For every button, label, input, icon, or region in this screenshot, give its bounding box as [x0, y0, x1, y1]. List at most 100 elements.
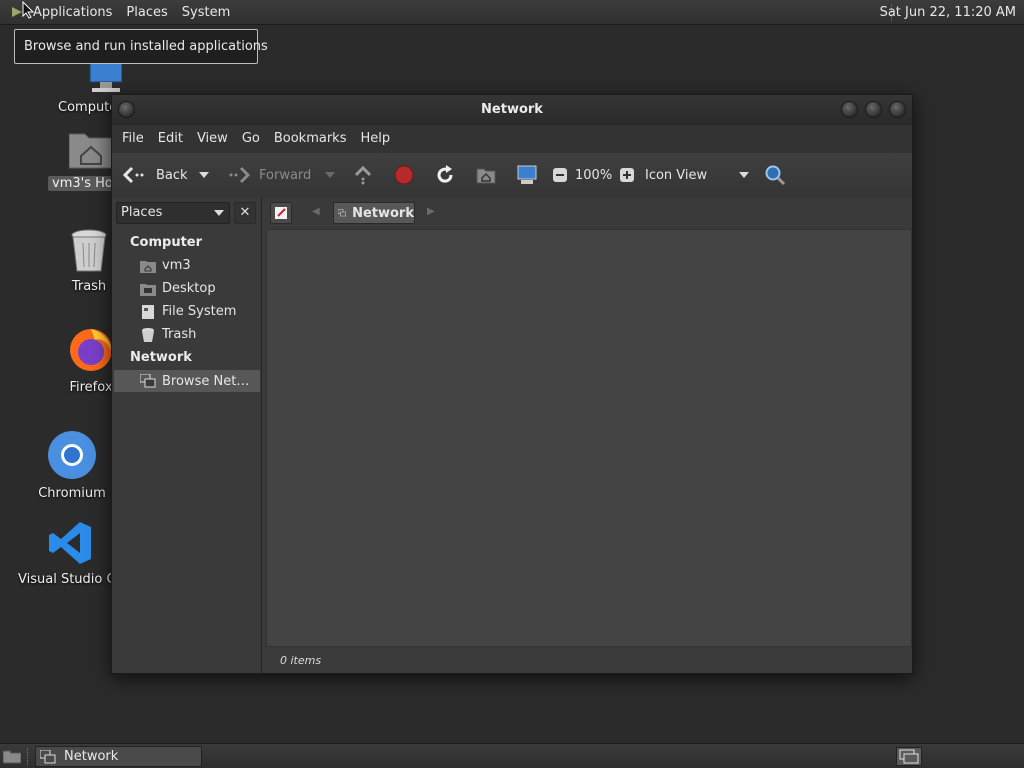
menu-edit[interactable]: Edit: [151, 125, 190, 153]
mouse-cursor-icon: [22, 1, 34, 19]
zoom-level-label: 100%: [575, 167, 613, 183]
path-scroll-right-icon[interactable]: ▶: [427, 206, 435, 217]
search-icon: [765, 165, 786, 186]
file-view-area[interactable]: [266, 229, 912, 647]
desktop-icon-label: Trash: [71, 279, 107, 294]
menu-help[interactable]: Help: [353, 125, 397, 153]
zoom-out-button[interactable]: [552, 153, 568, 197]
path-bar: ◀ Network ▶: [264, 197, 912, 229]
reload-icon: [437, 165, 453, 183]
desktop-icon-home[interactable]: vm3's Home: [46, 128, 116, 191]
firefox-icon: [70, 329, 112, 371]
network-icon: [140, 374, 156, 388]
maximize-button[interactable]: [865, 101, 882, 118]
chevron-down-icon: [214, 210, 224, 216]
file-manager-window: Network File Edit View Go Bookmarks Help…: [111, 94, 913, 674]
window-menubar: File Edit View Go Bookmarks Help: [112, 125, 912, 153]
desktop-icon-vscode[interactable]: Visual Studio Code: [18, 520, 112, 587]
side-pane-section-computer: Computer: [130, 235, 203, 250]
menu-file[interactable]: File: [115, 125, 151, 153]
chevron-down-icon: [199, 172, 209, 178]
chromium-icon: [48, 431, 96, 479]
panel-separator: [27, 748, 28, 765]
menu-go[interactable]: Go: [235, 125, 267, 153]
taskbar-window-label: Network: [64, 749, 119, 764]
chevron-down-icon: [739, 172, 749, 178]
system-menu[interactable]: System: [175, 0, 237, 25]
workspace-window-icon: [899, 749, 919, 764]
places-menu[interactable]: Places: [119, 0, 174, 25]
menu-bookmarks[interactable]: Bookmarks: [267, 125, 354, 153]
sidebar-item-trash[interactable]: Trash: [140, 327, 196, 342]
sidebar-item-file-system[interactable]: File System: [140, 304, 236, 319]
forward-history-dropdown[interactable]: [325, 153, 335, 197]
applications-menu[interactable]: Applications: [26, 0, 119, 25]
zoom-out-icon: [553, 168, 567, 182]
sidebar-item-vm3[interactable]: vm3: [140, 258, 191, 273]
trash-icon: [71, 229, 107, 272]
path-segment-network[interactable]: Network: [333, 202, 415, 224]
window-menu-icon[interactable]: [118, 101, 135, 118]
zoom-level[interactable]: 100%: [575, 153, 612, 197]
menu-view[interactable]: View: [190, 125, 235, 153]
workspace-switcher[interactable]: [896, 747, 922, 766]
applications-tooltip: Browse and run installed applications: [14, 29, 268, 64]
bottom-panel: Network: [0, 743, 1024, 768]
side-pane-close-button[interactable]: ✕: [234, 202, 256, 224]
stop-icon: [394, 165, 414, 185]
reload-button[interactable]: [435, 153, 455, 197]
home-folder-icon: [476, 168, 496, 184]
sidebar-item-desktop[interactable]: Desktop: [140, 281, 216, 296]
view-mode-label: Icon View: [645, 167, 708, 183]
computer-icon: [517, 165, 537, 184]
sidebar-item-label: Browse Net…: [162, 373, 250, 389]
back-button[interactable]: Back: [122, 153, 188, 197]
up-arrow-icon: [354, 165, 372, 185]
desktop-icon-trash[interactable]: Trash: [60, 229, 118, 294]
minimize-button[interactable]: [841, 101, 858, 118]
desktop-icon-label: Chromium: [38, 486, 106, 501]
sidebar-item-label: vm3: [162, 258, 191, 273]
close-button[interactable]: [889, 101, 906, 118]
forward-button[interactable]: Forward: [227, 153, 311, 197]
trash-icon: [142, 327, 154, 342]
zoom-in-button[interactable]: [619, 153, 635, 197]
window-titlebar[interactable]: Network: [112, 95, 912, 125]
search-button[interactable]: [764, 153, 786, 197]
show-desktop-button[interactable]: [2, 748, 22, 768]
chevron-down-icon: [325, 172, 335, 178]
top-panel: Applications Places System Sat Jun 22, 1…: [0, 0, 1024, 25]
location-toggle-button[interactable]: [270, 202, 292, 224]
back-arrow-icon: [122, 166, 144, 184]
back-history-dropdown[interactable]: [199, 153, 209, 197]
computer-button[interactable]: [516, 153, 538, 197]
path-segment-label: Network: [352, 205, 414, 221]
view-mode-select[interactable]: Icon View: [645, 153, 749, 197]
side-pane-section-network: Network: [130, 350, 192, 365]
desktop-icon-label: Visual Studio Code: [18, 572, 112, 587]
side-pane-selector[interactable]: Places: [116, 202, 230, 224]
window-toolbar: Back Forward 100% Icon View: [112, 153, 912, 197]
zoom-in-icon: [620, 168, 634, 182]
taskbar-window-network[interactable]: Network: [35, 746, 202, 767]
show-desktop-icon: [2, 750, 22, 764]
side-pane-selector-label: Places: [121, 205, 163, 220]
desktop-icon-label: vm3's Home: [48, 176, 116, 191]
up-button[interactable]: [353, 153, 373, 197]
edit-location-icon: [275, 207, 287, 219]
stop-button[interactable]: [394, 153, 414, 197]
home-folder-icon: [68, 133, 114, 169]
forward-label: Forward: [259, 167, 312, 183]
sidebar-item-label: Trash: [162, 327, 197, 342]
sidebar-item-browse-network[interactable]: Browse Net…: [114, 370, 260, 392]
home-button[interactable]: [476, 153, 496, 197]
network-icon: [338, 209, 346, 217]
desktop-icon-chromium[interactable]: Chromium: [36, 430, 108, 501]
clock[interactable]: Sat Jun 22, 11:20 AM: [872, 0, 1020, 25]
window-title: Network: [481, 102, 543, 117]
back-label: Back: [156, 167, 188, 183]
forward-arrow-icon: [229, 166, 251, 184]
side-pane: Places ✕ Computer vm3 Desktop File Syste…: [112, 197, 262, 673]
path-scroll-left-icon[interactable]: ◀: [312, 206, 320, 217]
desktop-folder-icon: [140, 283, 156, 296]
